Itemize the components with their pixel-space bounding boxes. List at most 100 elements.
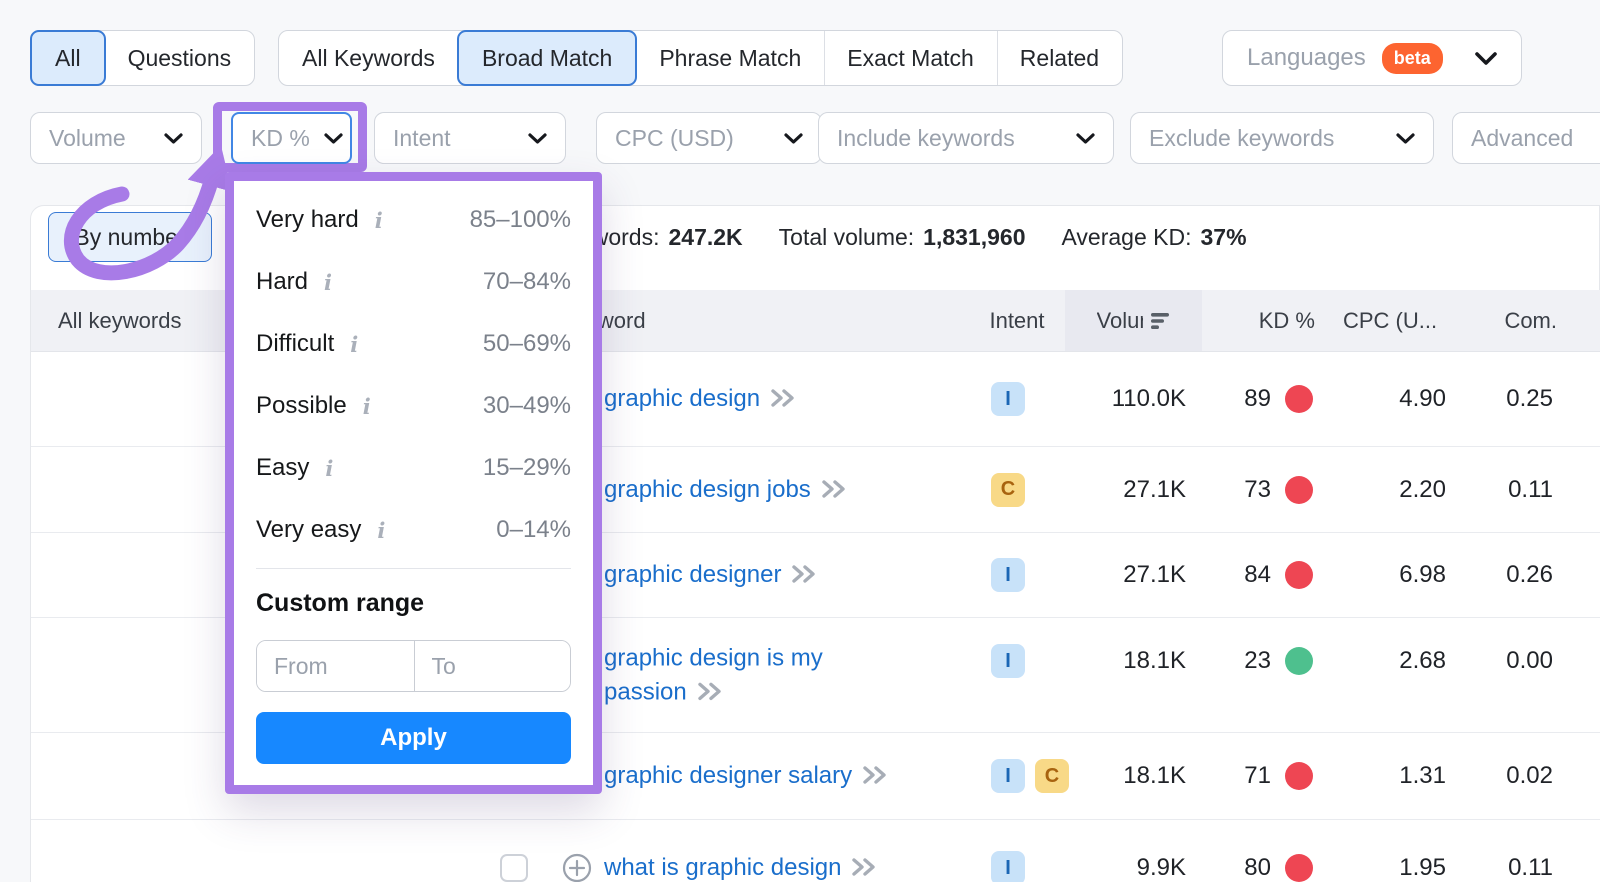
keyword-magic-tool-screen: All Questions All Keywords Broad Match P…: [0, 0, 1600, 882]
apply-button[interactable]: Apply: [256, 712, 571, 764]
kd-option-range: 70–84%: [483, 268, 571, 296]
column-header-kd[interactable]: KD %: [1230, 308, 1315, 334]
chevron-down-icon: [164, 133, 183, 144]
intent-filter-button[interactable]: Intent: [374, 112, 566, 164]
keyword-link[interactable]: graphic designer: [604, 561, 781, 588]
tab-related[interactable]: Related: [997, 31, 1122, 85]
kd-filter-button[interactable]: KD %: [231, 112, 352, 164]
keyword-cell: what is graphic design: [604, 854, 906, 882]
keyword-link[interactable]: graphic design: [604, 385, 760, 412]
kd-value: 23: [1201, 647, 1271, 675]
cpc-value: 2.68: [1331, 647, 1446, 675]
kd-dot: [1285, 647, 1313, 675]
chevron-down-icon: [324, 133, 343, 144]
average-kd-value: 37%: [1200, 224, 1246, 251]
kd-option-difficult[interactable]: Difficulti 50–69%: [256, 313, 571, 375]
tab-phrase-match[interactable]: Phrase Match: [636, 31, 824, 85]
intent-badge: C: [991, 473, 1025, 507]
tab-exact-match[interactable]: Exact Match: [824, 31, 997, 85]
sort-descending-icon: [1151, 312, 1171, 330]
column-header-intent[interactable]: Intent: [982, 308, 1052, 334]
kd-option-easy[interactable]: Easyi 15–29%: [256, 437, 571, 499]
kd-value: 73: [1201, 476, 1271, 504]
kd-option-name: Very easy: [256, 516, 361, 544]
advanced-filters-button[interactable]: Advanced: [1452, 112, 1600, 164]
include-keywords-filter-button[interactable]: Include keywords: [818, 112, 1114, 164]
keyword-cell: graphic designer salary: [604, 762, 906, 790]
tab-all-keywords[interactable]: All Keywords: [279, 31, 458, 85]
volume-value: 27.1K: [1071, 476, 1186, 504]
kd-option-very-easy[interactable]: Very easy i 0–14%: [256, 499, 571, 561]
row-checkbox[interactable]: [500, 854, 528, 882]
kd-to-input[interactable]: [414, 641, 571, 691]
add-keyword-icon[interactable]: [562, 853, 592, 882]
double-chevron-icon[interactable]: [770, 388, 798, 408]
kd-option-range: 30–49%: [483, 392, 571, 420]
chevron-down-icon: [784, 133, 803, 144]
double-chevron-icon[interactable]: [791, 564, 819, 584]
info-icon[interactable]: i: [324, 270, 332, 295]
cpc-filter-button[interactable]: CPC (USD): [596, 112, 822, 164]
kd-from-input[interactable]: [257, 641, 414, 691]
keyword-cell: graphic design: [604, 385, 906, 413]
total-volume-value: 1,831,960: [923, 224, 1025, 251]
keyword-cell: graphic design is my passion: [604, 641, 886, 708]
intent-badge: I: [991, 382, 1025, 416]
kd-option-name: Very hard: [256, 206, 359, 234]
volume-filter-button[interactable]: Volume: [30, 112, 202, 164]
exclude-keywords-filter-button[interactable]: Exclude keywords: [1130, 112, 1434, 164]
kd-option-range: 0–14%: [496, 516, 571, 544]
volume-value: 110.0K: [1071, 385, 1186, 413]
kd-dot: [1285, 476, 1313, 504]
info-icon[interactable]: i: [325, 456, 333, 481]
all-keywords-value: 247.2K: [668, 224, 742, 251]
intent-cell: I: [991, 558, 1025, 592]
info-icon[interactable]: i: [375, 208, 383, 233]
average-kd-label: Average KD:: [1062, 224, 1192, 251]
by-number-toggle[interactable]: By number: [48, 212, 212, 262]
kd-option-very-hard[interactable]: Very hard i 85–100%: [256, 189, 571, 251]
kd-option-range: 85–100%: [470, 206, 571, 234]
cpc-value: 2.20: [1331, 476, 1446, 504]
kd-option-range: 15–29%: [483, 454, 571, 482]
chevron-down-icon: [528, 133, 547, 144]
tab-questions[interactable]: Questions: [105, 31, 255, 85]
kd-dot: [1285, 854, 1313, 882]
cpc-value: 1.95: [1331, 854, 1446, 882]
intent-badge: C: [1035, 759, 1069, 793]
chevron-down-icon: [1396, 133, 1415, 144]
info-icon[interactable]: i: [350, 332, 358, 357]
com-value: 0.25: [1451, 385, 1553, 413]
double-chevron-icon[interactable]: [697, 681, 725, 701]
keyword-link[interactable]: graphic design jobs: [604, 476, 811, 503]
cpc-value: 4.90: [1331, 385, 1446, 413]
keyword-link[interactable]: what is graphic design: [604, 854, 841, 881]
double-chevron-icon[interactable]: [851, 857, 879, 877]
question-filter-group: All Questions: [30, 30, 255, 86]
tab-all[interactable]: All: [30, 30, 106, 86]
intent-cell: C: [991, 473, 1025, 507]
column-header-com[interactable]: Com.: [1497, 308, 1557, 334]
languages-dropdown-button[interactable]: Languages beta: [1222, 30, 1522, 86]
com-value: 0.11: [1451, 854, 1553, 882]
sidebar-header-all-keywords[interactable]: All keywords: [58, 308, 181, 334]
kd-option-name: Hard: [256, 268, 308, 296]
com-value: 0.26: [1451, 561, 1553, 589]
kd-option-hard[interactable]: Hardi 70–84%: [256, 251, 571, 313]
kd-value: 80: [1201, 854, 1271, 882]
intent-badge: I: [991, 851, 1025, 882]
column-header-cpc[interactable]: CPC (U...: [1343, 308, 1437, 334]
volume-value: 9.9K: [1071, 854, 1186, 882]
summary-stats: All keywords:247.2K Total volume:1,831,9…: [524, 224, 1247, 251]
double-chevron-icon[interactable]: [821, 479, 849, 499]
tab-broad-match[interactable]: Broad Match: [457, 30, 637, 86]
keyword-link[interactable]: graphic designer salary: [604, 762, 852, 789]
kd-filter-dropdown: Very hardi 85–100% Hardi 70–84% Difficul…: [225, 172, 602, 794]
kd-value: 84: [1201, 561, 1271, 589]
info-icon[interactable]: i: [363, 394, 371, 419]
column-header-volume[interactable]: Volume: [1065, 290, 1202, 351]
kd-option-possible[interactable]: Possiblei 30–49%: [256, 375, 571, 437]
double-chevron-icon[interactable]: [862, 765, 890, 785]
info-icon[interactable]: i: [377, 518, 385, 543]
kd-dot: [1285, 385, 1313, 413]
